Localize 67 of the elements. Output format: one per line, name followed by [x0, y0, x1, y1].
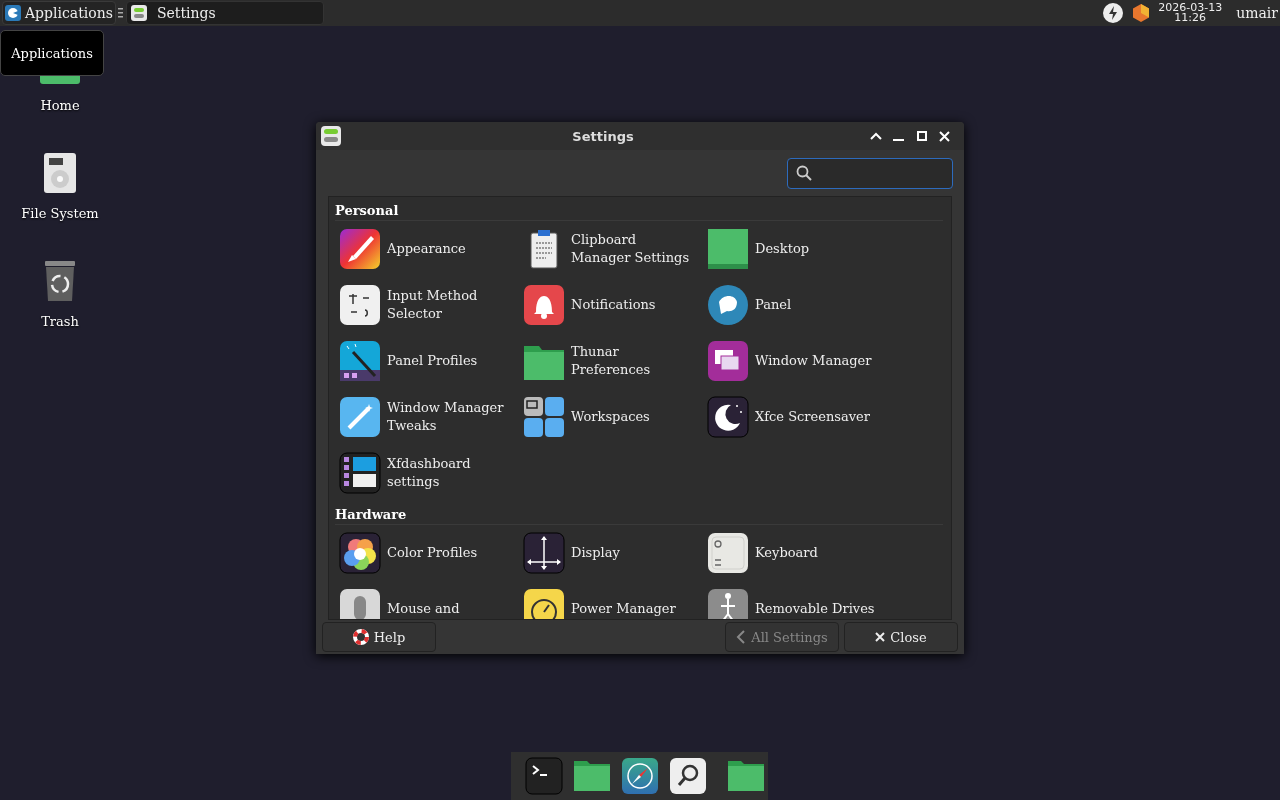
settings-item[interactable]: Notifications — [519, 277, 703, 333]
settings-item[interactable]: Thunar Preferences — [519, 333, 703, 389]
grid-icon — [523, 396, 565, 438]
folder-icon[interactable] — [573, 760, 611, 792]
flower-icon — [339, 532, 381, 574]
settings-item[interactable]: Panel Profiles — [335, 333, 519, 389]
desktop-icon-label[interactable]: Home — [40, 98, 80, 113]
maximize-icon — [916, 131, 927, 141]
dashboard-icon — [339, 452, 381, 494]
compass-icon[interactable] — [621, 757, 659, 795]
settings-item[interactable]: Display — [519, 525, 703, 581]
settings-item[interactable]: Color Profiles — [335, 525, 519, 581]
settings-item[interactable]: Xfce Screensaver — [703, 389, 887, 445]
drive-icon[interactable] — [43, 152, 77, 194]
lightning-icon[interactable] — [1102, 2, 1125, 24]
drag-handle-icon[interactable] — [117, 7, 124, 19]
close-dialog-button[interactable]: Close — [844, 622, 958, 652]
clock-date: 2026-03-13 — [1158, 3, 1223, 13]
wand-panel-icon — [339, 340, 381, 382]
close-icon — [939, 130, 950, 142]
terminal-icon[interactable] — [525, 757, 563, 795]
crosshair-arrows-icon — [523, 532, 565, 574]
settings-item[interactable]: Removable Drives — [703, 581, 887, 619]
applications-menu-button[interactable]: Applications — [2, 1, 116, 25]
user-name[interactable]: umair — [1236, 5, 1278, 21]
desktop-icon-label[interactable]: File System — [21, 206, 99, 221]
section-heading: Hardware — [335, 501, 943, 525]
search-field[interactable] — [787, 157, 953, 189]
settings-item[interactable]: Window Manager Tweaks — [335, 389, 519, 445]
window-title: Settings — [571, 128, 635, 144]
bell-icon — [523, 284, 565, 326]
taskbar-button[interactable]: Settings — [125, 1, 324, 25]
minimize-icon — [893, 139, 904, 141]
desktop-icon-label[interactable]: Trash — [41, 314, 79, 329]
settings-item[interactable]: Power Manager — [519, 581, 703, 619]
help-button[interactable]: Help — [322, 622, 436, 652]
lifebuoy-icon — [352, 629, 369, 645]
settings-item[interactable]: Clipboard Manager Settings — [519, 221, 703, 277]
app-menu-icon — [5, 5, 21, 21]
key-icon — [707, 532, 749, 574]
settings-item[interactable]: Input Method Selector — [335, 277, 519, 333]
desktop-icon — [707, 228, 749, 270]
folder-icon[interactable] — [727, 760, 765, 792]
characters-icon — [339, 284, 381, 326]
chevron-up-icon — [869, 132, 882, 140]
brush-icon — [339, 228, 381, 270]
chevron-left-icon — [736, 630, 747, 644]
hexagon-icon[interactable] — [1132, 3, 1151, 23]
tooltip: Applications — [0, 30, 104, 76]
settings-item[interactable]: Keyboard — [703, 525, 887, 581]
windows-icon — [707, 340, 749, 382]
moon-icon — [707, 396, 749, 438]
mouse-icon — [339, 588, 381, 619]
settings-item[interactable]: Panel — [703, 277, 887, 333]
toggle-switches-icon — [130, 5, 147, 21]
search-icon — [796, 165, 812, 181]
settings-item[interactable]: Xfdashboard settings — [335, 445, 519, 501]
settings-item[interactable]: Desktop — [703, 221, 887, 277]
settings-item[interactable]: Appearance — [335, 221, 519, 277]
section-heading: Personal — [335, 197, 943, 221]
settings-item[interactable]: Window Manager — [703, 333, 887, 389]
magic-wand-icon — [339, 396, 381, 438]
close-icon — [875, 632, 886, 642]
clock-time: 11:26 — [1174, 13, 1207, 23]
settings-item[interactable]: Workspaces — [519, 389, 703, 445]
toggle-switches-icon — [320, 125, 342, 147]
search-icon[interactable] — [669, 757, 707, 795]
